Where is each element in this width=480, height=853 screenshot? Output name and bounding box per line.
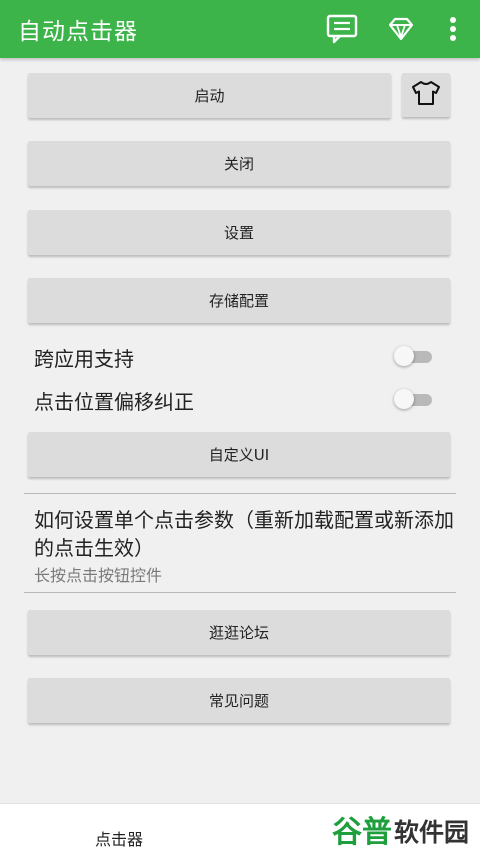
faq-button[interactable]: 常见问题 [28,678,450,723]
offset-correct-toggle-row[interactable]: 点击位置偏移纠正 [34,384,434,414]
switch-thumb [394,389,414,409]
cross-app-toggle-row[interactable]: 跨应用支持 [34,341,434,371]
diamond-icon[interactable] [384,12,418,46]
chat-icon[interactable] [325,12,359,46]
offset-correct-label: 点击位置偏移纠正 [34,390,194,414]
svg-text:谷普: 谷普 [332,815,392,850]
theme-button[interactable] [402,73,450,117]
watermark-logo: 谷普 软件园 [330,807,472,851]
help-title[interactable]: 如何设置单个点击参数（重新加载配置或新添加的点击生效） [34,506,460,562]
app-title: 自动点击器 [18,19,138,45]
app-bar: 自动点击器 [0,0,480,58]
forum-button[interactable]: 逛逛论坛 [28,610,450,655]
divider [24,493,456,494]
svg-text:软件园: 软件园 [394,818,469,847]
app-root: 自动点击器 启动 关闭 设置 存储配置 跨应用支持 点击位置偏移纠正 自定义UI… [0,0,480,853]
switch-thumb [394,346,414,366]
offset-correct-switch[interactable] [394,389,434,409]
cross-app-label: 跨应用支持 [34,347,134,371]
custom-ui-button[interactable]: 自定义UI [28,432,450,477]
divider [24,592,456,593]
bottom-nav: 点击器 谷普 软件园 [0,803,480,853]
help-subtitle: 长按点击按钮控件 [34,566,163,585]
shirt-icon [411,80,441,110]
start-button[interactable]: 启动 [28,73,391,118]
tab-clicker[interactable]: 点击器 [95,826,143,850]
settings-button[interactable]: 设置 [28,210,450,255]
more-vert-icon[interactable] [436,12,470,46]
save-config-button[interactable]: 存储配置 [28,278,450,323]
close-button[interactable]: 关闭 [28,141,450,186]
cross-app-switch[interactable] [394,346,434,366]
